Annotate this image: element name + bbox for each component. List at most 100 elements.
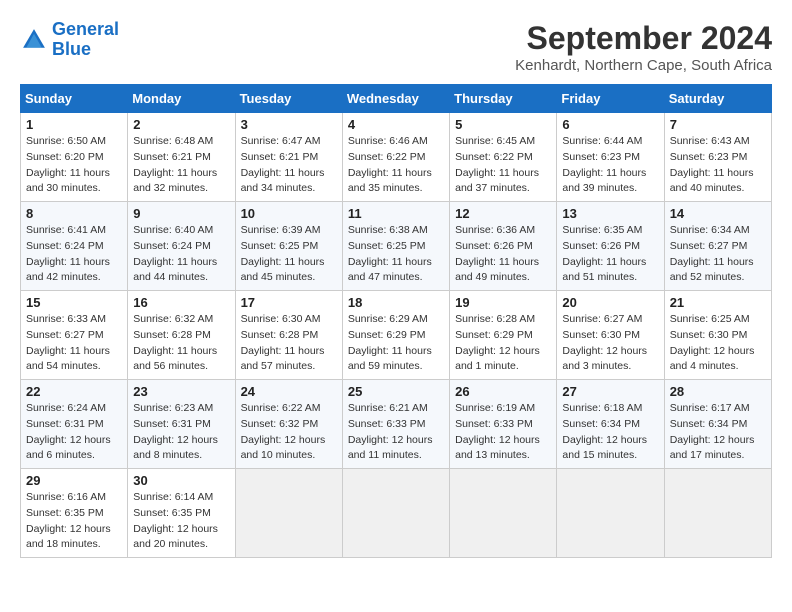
- day-info: Sunrise: 6:38 AMSunset: 6:25 PMDaylight:…: [348, 223, 444, 286]
- week-row-4: 22 Sunrise: 6:24 AMSunset: 6:31 PMDayligh…: [21, 380, 772, 469]
- calendar-cell: 30 Sunrise: 6:14 AMSunset: 6:35 PMDayligh…: [128, 469, 235, 558]
- day-number: 7: [670, 117, 766, 132]
- calendar-cell: 16 Sunrise: 6:32 AMSunset: 6:28 PMDayligh…: [128, 291, 235, 380]
- day-number: 30: [133, 473, 229, 488]
- calendar-cell: [664, 469, 771, 558]
- calendar-cell: 6 Sunrise: 6:44 AMSunset: 6:23 PMDaylight…: [557, 113, 664, 202]
- calendar-cell: [557, 469, 664, 558]
- calendar-cell: 7 Sunrise: 6:43 AMSunset: 6:23 PMDaylight…: [664, 113, 771, 202]
- day-number: 14: [670, 206, 766, 221]
- day-info: Sunrise: 6:43 AMSunset: 6:23 PMDaylight:…: [670, 134, 766, 197]
- calendar-cell: 13 Sunrise: 6:35 AMSunset: 6:26 PMDayligh…: [557, 202, 664, 291]
- header-day-tuesday: Tuesday: [235, 85, 342, 113]
- day-info: Sunrise: 6:44 AMSunset: 6:23 PMDaylight:…: [562, 134, 658, 197]
- day-info: Sunrise: 6:39 AMSunset: 6:25 PMDaylight:…: [241, 223, 337, 286]
- calendar-header: SundayMondayTuesdayWednesdayThursdayFrid…: [21, 85, 772, 113]
- calendar-cell: 18Sunrise: 6:29 AMSunset: 6:29 PMDayligh…: [342, 291, 449, 380]
- day-number: 6: [562, 117, 658, 132]
- header-day-monday: Monday: [128, 85, 235, 113]
- day-number: 18: [348, 295, 444, 310]
- day-number: 19: [455, 295, 551, 310]
- header-day-thursday: Thursday: [450, 85, 557, 113]
- day-info: Sunrise: 6:27 AMSunset: 6:30 PMDaylight:…: [562, 312, 658, 375]
- day-number: 10: [241, 206, 337, 221]
- calendar-cell: 29 Sunrise: 6:16 AMSunset: 6:35 PMDayligh…: [21, 469, 128, 558]
- main-title: September 2024: [515, 20, 772, 57]
- calendar-cell: 10 Sunrise: 6:39 AMSunset: 6:25 PMDayligh…: [235, 202, 342, 291]
- day-info: Sunrise: 6:50 AMSunset: 6:20 PMDaylight:…: [26, 134, 122, 197]
- calendar-cell: 2 Sunrise: 6:48 AMSunset: 6:21 PMDaylight…: [128, 113, 235, 202]
- day-number: 9: [133, 206, 229, 221]
- day-info: Sunrise: 6:47 AMSunset: 6:21 PMDaylight:…: [241, 134, 337, 197]
- day-number: 8: [26, 206, 122, 221]
- calendar-cell: 1 Sunrise: 6:50 AMSunset: 6:20 PMDaylight…: [21, 113, 128, 202]
- logo-line2: Blue: [52, 40, 119, 60]
- calendar-cell: 24 Sunrise: 6:22 AMSunset: 6:32 PMDayligh…: [235, 380, 342, 469]
- day-info: Sunrise: 6:22 AMSunset: 6:32 PMDaylight:…: [241, 401, 337, 464]
- calendar-cell: [342, 469, 449, 558]
- logo: General Blue: [20, 20, 119, 60]
- week-row-1: 1 Sunrise: 6:50 AMSunset: 6:20 PMDaylight…: [21, 113, 772, 202]
- day-number: 22: [26, 384, 122, 399]
- day-number: 1: [26, 117, 122, 132]
- day-number: 13: [562, 206, 658, 221]
- header-day-sunday: Sunday: [21, 85, 128, 113]
- day-info: Sunrise: 6:41 AMSunset: 6:24 PMDaylight:…: [26, 223, 122, 286]
- day-info: Sunrise: 6:40 AMSunset: 6:24 PMDaylight:…: [133, 223, 229, 286]
- day-info: Sunrise: 6:32 AMSunset: 6:28 PMDaylight:…: [133, 312, 229, 375]
- calendar-cell: 12 Sunrise: 6:36 AMSunset: 6:26 PMDayligh…: [450, 202, 557, 291]
- header-day-saturday: Saturday: [664, 85, 771, 113]
- logo-icon: [20, 26, 48, 54]
- day-number: 4: [348, 117, 444, 132]
- day-number: 3: [241, 117, 337, 132]
- day-number: 20: [562, 295, 658, 310]
- day-number: 28: [670, 384, 766, 399]
- day-number: 29: [26, 473, 122, 488]
- calendar-cell: 5Sunrise: 6:45 AMSunset: 6:22 PMDaylight…: [450, 113, 557, 202]
- calendar-cell: 4 Sunrise: 6:46 AMSunset: 6:22 PMDaylight…: [342, 113, 449, 202]
- day-number: 17: [241, 295, 337, 310]
- day-info: Sunrise: 6:17 AMSunset: 6:34 PMDaylight:…: [670, 401, 766, 464]
- calendar-cell: 15Sunrise: 6:33 AMSunset: 6:27 PMDayligh…: [21, 291, 128, 380]
- day-number: 27: [562, 384, 658, 399]
- day-info: Sunrise: 6:14 AMSunset: 6:35 PMDaylight:…: [133, 490, 229, 553]
- calendar-body: 1 Sunrise: 6:50 AMSunset: 6:20 PMDaylight…: [21, 113, 772, 558]
- day-number: 21: [670, 295, 766, 310]
- day-number: 26: [455, 384, 551, 399]
- calendar-cell: 3 Sunrise: 6:47 AMSunset: 6:21 PMDaylight…: [235, 113, 342, 202]
- calendar-cell: 14Sunrise: 6:34 AMSunset: 6:27 PMDayligh…: [664, 202, 771, 291]
- calendar-table: SundayMondayTuesdayWednesdayThursdayFrid…: [20, 84, 772, 558]
- subtitle: Kenhardt, Northern Cape, South Africa: [515, 57, 772, 74]
- calendar-cell: 27 Sunrise: 6:18 AMSunset: 6:34 PMDayligh…: [557, 380, 664, 469]
- header: General Blue September 2024 Kenhardt, No…: [20, 20, 772, 74]
- day-info: Sunrise: 6:18 AMSunset: 6:34 PMDaylight:…: [562, 401, 658, 464]
- day-info: Sunrise: 6:28 AMSunset: 6:29 PMDaylight:…: [455, 312, 551, 375]
- calendar-cell: 19 Sunrise: 6:28 AMSunset: 6:29 PMDayligh…: [450, 291, 557, 380]
- day-info: Sunrise: 6:48 AMSunset: 6:21 PMDaylight:…: [133, 134, 229, 197]
- day-info: Sunrise: 6:19 AMSunset: 6:33 PMDaylight:…: [455, 401, 551, 464]
- day-number: 5: [455, 117, 551, 132]
- header-day-friday: Friday: [557, 85, 664, 113]
- week-row-3: 15Sunrise: 6:33 AMSunset: 6:27 PMDayligh…: [21, 291, 772, 380]
- day-info: Sunrise: 6:33 AMSunset: 6:27 PMDaylight:…: [26, 312, 122, 375]
- day-number: 12: [455, 206, 551, 221]
- week-row-5: 29 Sunrise: 6:16 AMSunset: 6:35 PMDayligh…: [21, 469, 772, 558]
- calendar-cell: 23Sunrise: 6:23 AMSunset: 6:31 PMDayligh…: [128, 380, 235, 469]
- title-area: September 2024 Kenhardt, Northern Cape, …: [515, 20, 772, 74]
- day-info: Sunrise: 6:24 AMSunset: 6:31 PMDaylight:…: [26, 401, 122, 464]
- calendar-cell: 21Sunrise: 6:25 AMSunset: 6:30 PMDayligh…: [664, 291, 771, 380]
- day-info: Sunrise: 6:46 AMSunset: 6:22 PMDaylight:…: [348, 134, 444, 197]
- day-number: 2: [133, 117, 229, 132]
- day-number: 23: [133, 384, 229, 399]
- day-number: 24: [241, 384, 337, 399]
- calendar-cell: 26 Sunrise: 6:19 AMSunset: 6:33 PMDayligh…: [450, 380, 557, 469]
- calendar-cell: 9 Sunrise: 6:40 AMSunset: 6:24 PMDaylight…: [128, 202, 235, 291]
- day-number: 16: [133, 295, 229, 310]
- calendar-cell: 22 Sunrise: 6:24 AMSunset: 6:31 PMDayligh…: [21, 380, 128, 469]
- calendar-cell: [450, 469, 557, 558]
- day-info: Sunrise: 6:35 AMSunset: 6:26 PMDaylight:…: [562, 223, 658, 286]
- day-info: Sunrise: 6:36 AMSunset: 6:26 PMDaylight:…: [455, 223, 551, 286]
- calendar-cell: 25Sunrise: 6:21 AMSunset: 6:33 PMDayligh…: [342, 380, 449, 469]
- header-day-wednesday: Wednesday: [342, 85, 449, 113]
- day-info: Sunrise: 6:16 AMSunset: 6:35 PMDaylight:…: [26, 490, 122, 553]
